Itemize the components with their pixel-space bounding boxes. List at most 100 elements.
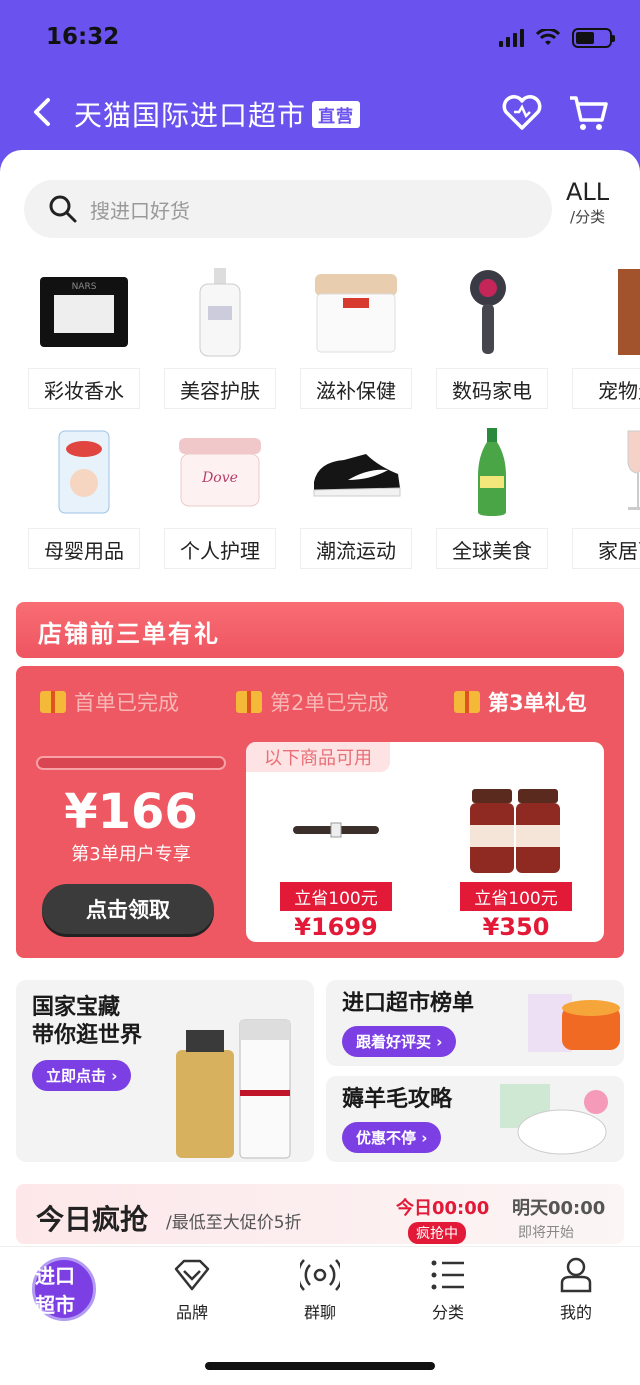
eligible-tag: 以下商品可用 [246, 742, 390, 772]
category-label: 家居百 [572, 528, 640, 569]
category-makeup[interactable]: NARS 彩妆香水 [28, 262, 140, 409]
cosmetics-image [176, 1019, 291, 1159]
status-icons [499, 28, 615, 48]
tab-label: 群聊 [303, 1303, 336, 1322]
makeup-image: NARS [34, 262, 134, 362]
tab-category[interactable]: 分类 [408, 1257, 488, 1323]
eligible-products: 以下商品可用 立省100元 ¥1699 立省100元 ¥350 [246, 742, 604, 942]
search-input[interactable]: 搜进口好货 [90, 195, 190, 224]
belt-image [256, 782, 416, 878]
promo-header: 店铺前三单有礼 [16, 602, 624, 658]
product-card[interactable]: 立省100元 ¥350 [436, 782, 596, 941]
tab-third-order[interactable]: 第3单礼包 [454, 680, 587, 724]
tab-second-order[interactable]: 第2单已完成 [236, 680, 388, 724]
main-panel: 搜进口好货 ALL /分类 NARS 彩妆香水 美容护肤 滋补保健 数码家电 宠… [0, 150, 640, 1385]
gift-icon [454, 691, 480, 713]
tab-label: 我的 [559, 1303, 592, 1322]
gift-icon [236, 691, 262, 713]
banner-title-line2: 带你逛世界 [32, 1023, 143, 1048]
category-food[interactable]: 全球美食 [436, 422, 548, 569]
product-card[interactable]: 立省100元 ¥1699 [256, 782, 416, 941]
category-label: 美容护肤 [164, 368, 276, 409]
status-time: 16:32 [46, 24, 120, 50]
gift-icon [40, 691, 66, 713]
wine-glass-image [578, 422, 640, 522]
national-treasure-banner[interactable]: 国家宝藏 带你逛世界 立即点击 › [16, 980, 314, 1162]
search-icon [49, 195, 77, 223]
category-supplements[interactable]: 滋补保健 [300, 262, 412, 409]
direct-badge: 直营 [312, 100, 361, 128]
category-skincare[interactable]: 美容护肤 [164, 262, 276, 409]
promo-card: 首单已完成 第2单已完成 第3单礼包 ¥166 第3单用户专享 点击领取 以下商… [16, 666, 624, 958]
svg-text:Dove: Dove [201, 470, 238, 486]
today-session-status: 疯抢中 [408, 1222, 466, 1244]
status-bar: 16:32 [0, 0, 640, 80]
sparkling-water-image [442, 422, 542, 522]
tab-label: 第3单礼包 [488, 691, 587, 715]
follow-reviews-button[interactable]: 跟着好评买 › [342, 1026, 457, 1057]
product-price: ¥1699 [294, 913, 378, 941]
tab-brand[interactable]: 品牌 [152, 1257, 232, 1323]
flash-title: 今日疯抢 [36, 1203, 149, 1236]
tab-label: 分类 [431, 1303, 464, 1322]
user-icon [560, 1257, 592, 1293]
signal-icon [499, 29, 524, 47]
home-indicator[interactable] [205, 1362, 435, 1370]
category-label: 个人护理 [164, 528, 276, 569]
category-label: 潮流运动 [300, 528, 412, 569]
category-electronics[interactable]: 数码家电 [436, 262, 548, 409]
supplement-jar-image [306, 262, 406, 362]
category-personal-care[interactable]: Dove 个人护理 [164, 422, 276, 569]
diaper-pack-image [34, 422, 134, 522]
today-session-time[interactable]: 今日00:00 [396, 1194, 489, 1220]
tab-profile[interactable]: 我的 [536, 1257, 616, 1323]
category-label: 滋补保健 [300, 368, 412, 409]
deals-title: 薅羊毛攻略 [342, 1087, 453, 1112]
tab-group-chat[interactable]: 群聊 [280, 1257, 360, 1323]
discount-tag: 立省100元 [460, 882, 572, 911]
coupon-slot [36, 756, 226, 770]
store-name: 天猫国际进口超市 [74, 99, 307, 132]
hair-dryer-image [442, 262, 542, 362]
click-now-button[interactable]: 立即点击 › [32, 1060, 132, 1091]
coq10-bottles-image [436, 782, 596, 878]
favorite-icon[interactable] [500, 92, 544, 132]
category-sports[interactable]: 潮流运动 [300, 422, 412, 569]
category-label: 宠物生 [572, 368, 640, 409]
tab-first-order[interactable]: 首单已完成 [40, 680, 179, 724]
coupon-description: 第3单用户专享 [71, 844, 191, 865]
ranking-banner[interactable]: 进口超市榜单 跟着好评买 › [326, 980, 624, 1066]
diamond-icon [174, 1259, 210, 1291]
lotion-image [170, 262, 270, 362]
cart-icon[interactable] [566, 92, 610, 132]
pet-food-image [578, 262, 640, 362]
back-icon[interactable] [26, 94, 62, 130]
category-baby[interactable]: 母婴用品 [28, 422, 140, 569]
deals-banner[interactable]: 薅羊毛攻略 优惠不停 › [326, 1076, 624, 1162]
category-home[interactable]: 家居百 [572, 422, 640, 569]
category-label: 全球美食 [436, 528, 548, 569]
sheep-icon [500, 1084, 608, 1155]
tab-label: 首单已完成 [74, 691, 179, 715]
tomorrow-session-time[interactable]: 明天00:00 [512, 1194, 605, 1220]
tomorrow-session-status: 即将开始 [518, 1225, 574, 1241]
category-pets[interactable]: 宠物生 [572, 262, 640, 409]
all-categories-button[interactable]: ALL /分类 [566, 178, 609, 227]
discount-tag: 立省100元 [280, 882, 392, 911]
body-scrub-image: Dove [170, 422, 270, 522]
tab-label: 第2单已完成 [270, 691, 389, 715]
discount-nonstop-button[interactable]: 优惠不停 › [342, 1122, 442, 1153]
tab-home-logo[interactable]: 进口超市 [32, 1257, 96, 1321]
svg-text:NARS: NARS [72, 282, 97, 292]
flash-subtitle: /最低至大促价5折 [166, 1213, 302, 1233]
search-bar[interactable]: 搜进口好货 [24, 180, 552, 238]
wifi-icon [536, 29, 560, 45]
broadcast-icon [296, 1259, 344, 1291]
claim-coupon-button[interactable]: 点击领取 [42, 884, 214, 934]
all-label: ALL [566, 178, 610, 206]
coupon: ¥166 第3单用户专享 [36, 756, 226, 866]
category-label: 数码家电 [436, 368, 548, 409]
list-icon [431, 1260, 464, 1290]
promo-title: 店铺前三单有礼 [38, 620, 220, 648]
flash-sale-strip[interactable]: 今日疯抢 /最低至大促价5折 今日00:00 疯抢中 明天00:00 即将开始 [16, 1184, 624, 1244]
